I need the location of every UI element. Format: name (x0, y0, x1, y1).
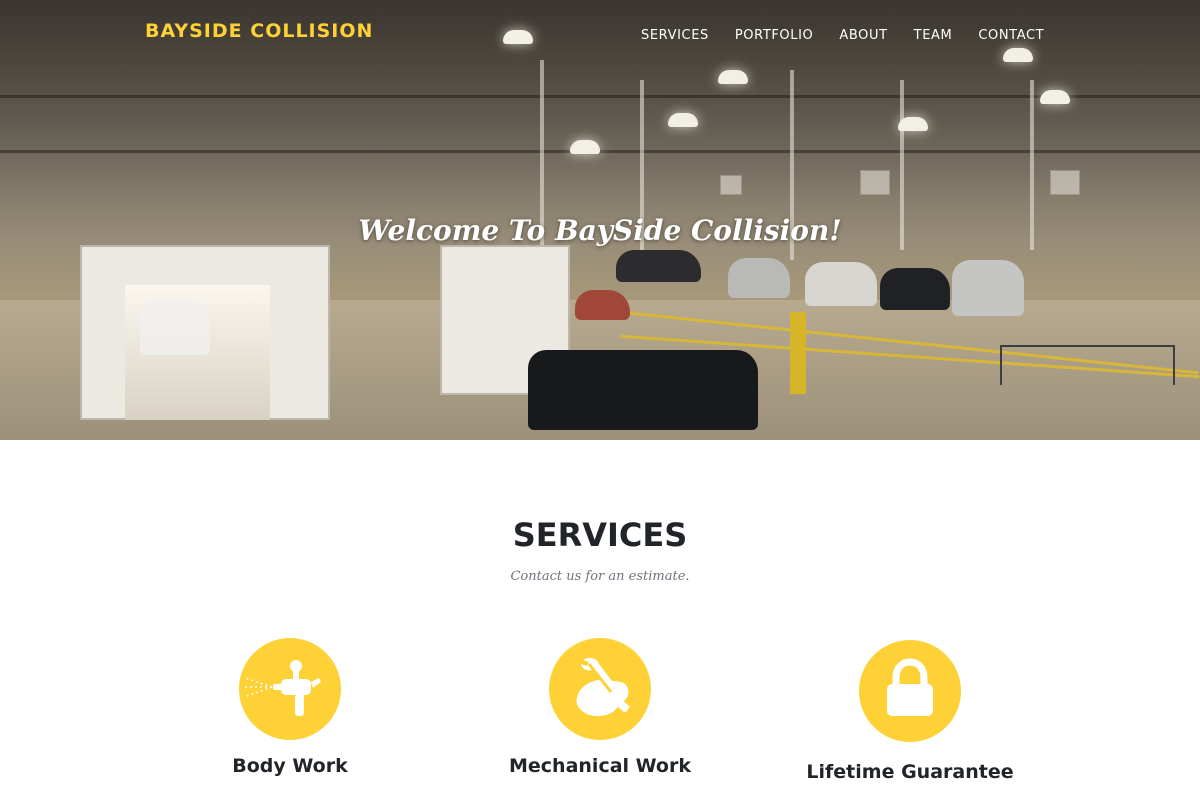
service-mechanical-work: Mechanical Work (440, 638, 760, 777)
main-nav: SERVICES PORTFOLIO ABOUT TEAM CONTACT (628, 28, 1057, 43)
nav-item-services[interactable]: SERVICES (628, 28, 722, 43)
service-body-work: Body Work (130, 638, 450, 777)
hero-section: BAYSIDE COLLISION SERVICES PORTFOLIO ABO… (0, 0, 1200, 440)
hero-title: Welcome To BaySide Collision! (358, 214, 842, 247)
service-title: Lifetime Guarantee (806, 761, 1014, 783)
nav-item-contact[interactable]: CONTACT (965, 28, 1057, 43)
lock-icon (859, 640, 961, 742)
services-subheading: Contact us for an estimate. (510, 569, 690, 584)
service-title: Body Work (232, 755, 348, 777)
nav-item-team[interactable]: TEAM (901, 28, 966, 43)
wrench-hand-icon (549, 638, 651, 740)
spray-gun-icon (239, 638, 341, 740)
service-title: Mechanical Work (509, 755, 691, 777)
service-lifetime-guarantee: Lifetime Guarantee (750, 640, 1070, 783)
services-heading: SERVICES (512, 516, 688, 554)
nav-item-portfolio[interactable]: PORTFOLIO (722, 28, 827, 43)
nav-item-about[interactable]: ABOUT (826, 28, 900, 43)
brand-logo[interactable]: BAYSIDE COLLISION (145, 20, 373, 42)
